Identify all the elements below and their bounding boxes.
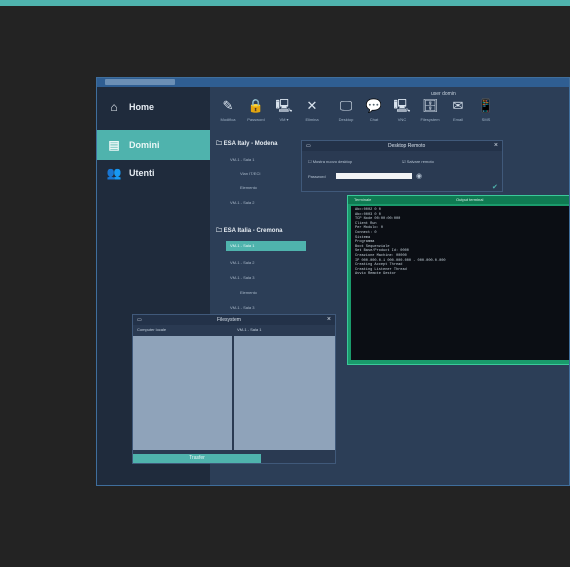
local-files-pane[interactable] [133, 336, 232, 450]
toolbar-button-sms[interactable]: 📱 SMS [473, 98, 499, 122]
toolbar-button-desktop[interactable]: 🖵 Desktop [333, 98, 359, 122]
sidebar-item-label: Utenti [129, 168, 155, 178]
toolbar-button-email[interactable]: ✉ Email [445, 98, 471, 122]
option-new-desktop[interactable]: ☐ Mostra nuovo desktop [308, 159, 352, 164]
dialog-header: ▭ Filesystem × [133, 315, 335, 325]
tree-group[interactable]: 🗀 ESA Italia - Cremona [216, 226, 282, 236]
vm-icon: 🖳 [275, 98, 293, 113]
home-icon: ⌂ [110, 100, 118, 114]
edit-icon: ✎ [222, 98, 234, 113]
domain-tree: 🗀 ESA Italy - Modena VM-1 - Sala 1 Vlan … [210, 130, 306, 320]
tree-node-selected[interactable]: VM-1 - Sala 1 [226, 241, 306, 251]
users-icon: 👥 [106, 166, 122, 180]
desktop-icon: 🖵 [339, 98, 353, 113]
sidebar-item-home[interactable]: ⌂ Home [97, 92, 210, 122]
password-label: Password [308, 174, 326, 179]
dialog-header: ▭ Desktop Remoto × [302, 141, 502, 151]
close-icon[interactable]: × [494, 141, 498, 151]
terminal-header: Terminale Output terminal [348, 196, 569, 204]
desktop-remote-dialog: ▭ Desktop Remoto × ☐ Mostra nuovo deskto… [301, 140, 503, 192]
sidebar-item-label: Home [129, 102, 155, 112]
top-accent-strip [0, 0, 570, 6]
user-label: user domin [431, 91, 456, 97]
confirm-icon[interactable]: ✔ [492, 183, 498, 191]
tree-node[interactable]: VM-1 - Sala 3 [230, 275, 254, 280]
sidebar-item-label: Domini [129, 140, 160, 150]
tree-group[interactable]: 🗀 ESA Italy - Modena [216, 139, 277, 149]
window-title [105, 79, 175, 85]
chat-icon: 💬 [365, 98, 383, 113]
monitor-icon: ▭ [306, 143, 311, 149]
toolbar-button-vm[interactable]: 🖳 VM ▾ [271, 98, 297, 122]
column-headers: Computer locale VM-1 - Sala 1 [137, 327, 262, 332]
sidebar-item-domini[interactable]: ▤ Domini [97, 130, 210, 160]
eye-icon[interactable]: ◉ [416, 172, 422, 180]
tree-node[interactable]: VM-1 - Sala 3 [230, 305, 254, 310]
close-icon[interactable]: × [327, 315, 331, 325]
filesystem-icon: 🗄 [421, 98, 439, 113]
tree-node[interactable]: Elemento [240, 290, 257, 295]
remote-files-pane[interactable] [234, 336, 335, 450]
transfer-button[interactable]: Trasfer [133, 454, 261, 463]
toolbar-button-vnc[interactable]: 🖳 VNC [389, 98, 415, 122]
toolbar-button-elimina[interactable]: ✕ Elimina [299, 98, 325, 122]
tree-node[interactable]: Elemento [240, 185, 257, 190]
sidebar-item-utenti[interactable]: 👥 Utenti [97, 158, 210, 188]
folder-icon: ▭ [137, 317, 142, 323]
filesystem-dialog: ▭ Filesystem × Computer locale VM-1 - Sa… [132, 314, 336, 464]
tree-node[interactable]: VM-1 - Sala 2 [230, 260, 254, 265]
delete-icon: ✕ [306, 98, 318, 113]
app-window: user domin ⌂ Home ▤ Domini 👥 Utenti ✎ Mo… [96, 77, 570, 486]
terminal-output[interactable]: Abc:0002 0 0 Abc:0003 0 0 TCP Node 00:00… [351, 206, 569, 360]
toolbar-button-password[interactable]: 🔒 Password [243, 98, 269, 122]
lock-icon: 🔒 [247, 98, 265, 113]
toolbar-button-chat[interactable]: 💬 Chat [361, 98, 387, 122]
vnc-icon: 🖳 [393, 98, 411, 113]
window-titlebar [97, 78, 569, 87]
toolbar-button-filesystem[interactable]: 🗄 Filesystem [417, 98, 443, 122]
tree-node[interactable]: VM-1 - Sala 2 [230, 200, 254, 205]
server-icon: ▤ [108, 138, 120, 152]
password-field[interactable] [336, 173, 412, 179]
sms-icon: 📱 [477, 98, 495, 113]
tree-node[interactable]: Vlan IT/ECI [240, 171, 260, 176]
email-icon: ✉ [452, 98, 464, 113]
option-save-remote[interactable]: ☑ Salvare remoto [402, 159, 434, 164]
terminal-window: Terminale Output terminal Abc:0002 0 0 A… [347, 195, 569, 365]
toolbar-button-modifica[interactable]: ✎ Modifica [215, 98, 241, 122]
tree-node[interactable]: VM-1 - Sala 1 [230, 157, 254, 162]
